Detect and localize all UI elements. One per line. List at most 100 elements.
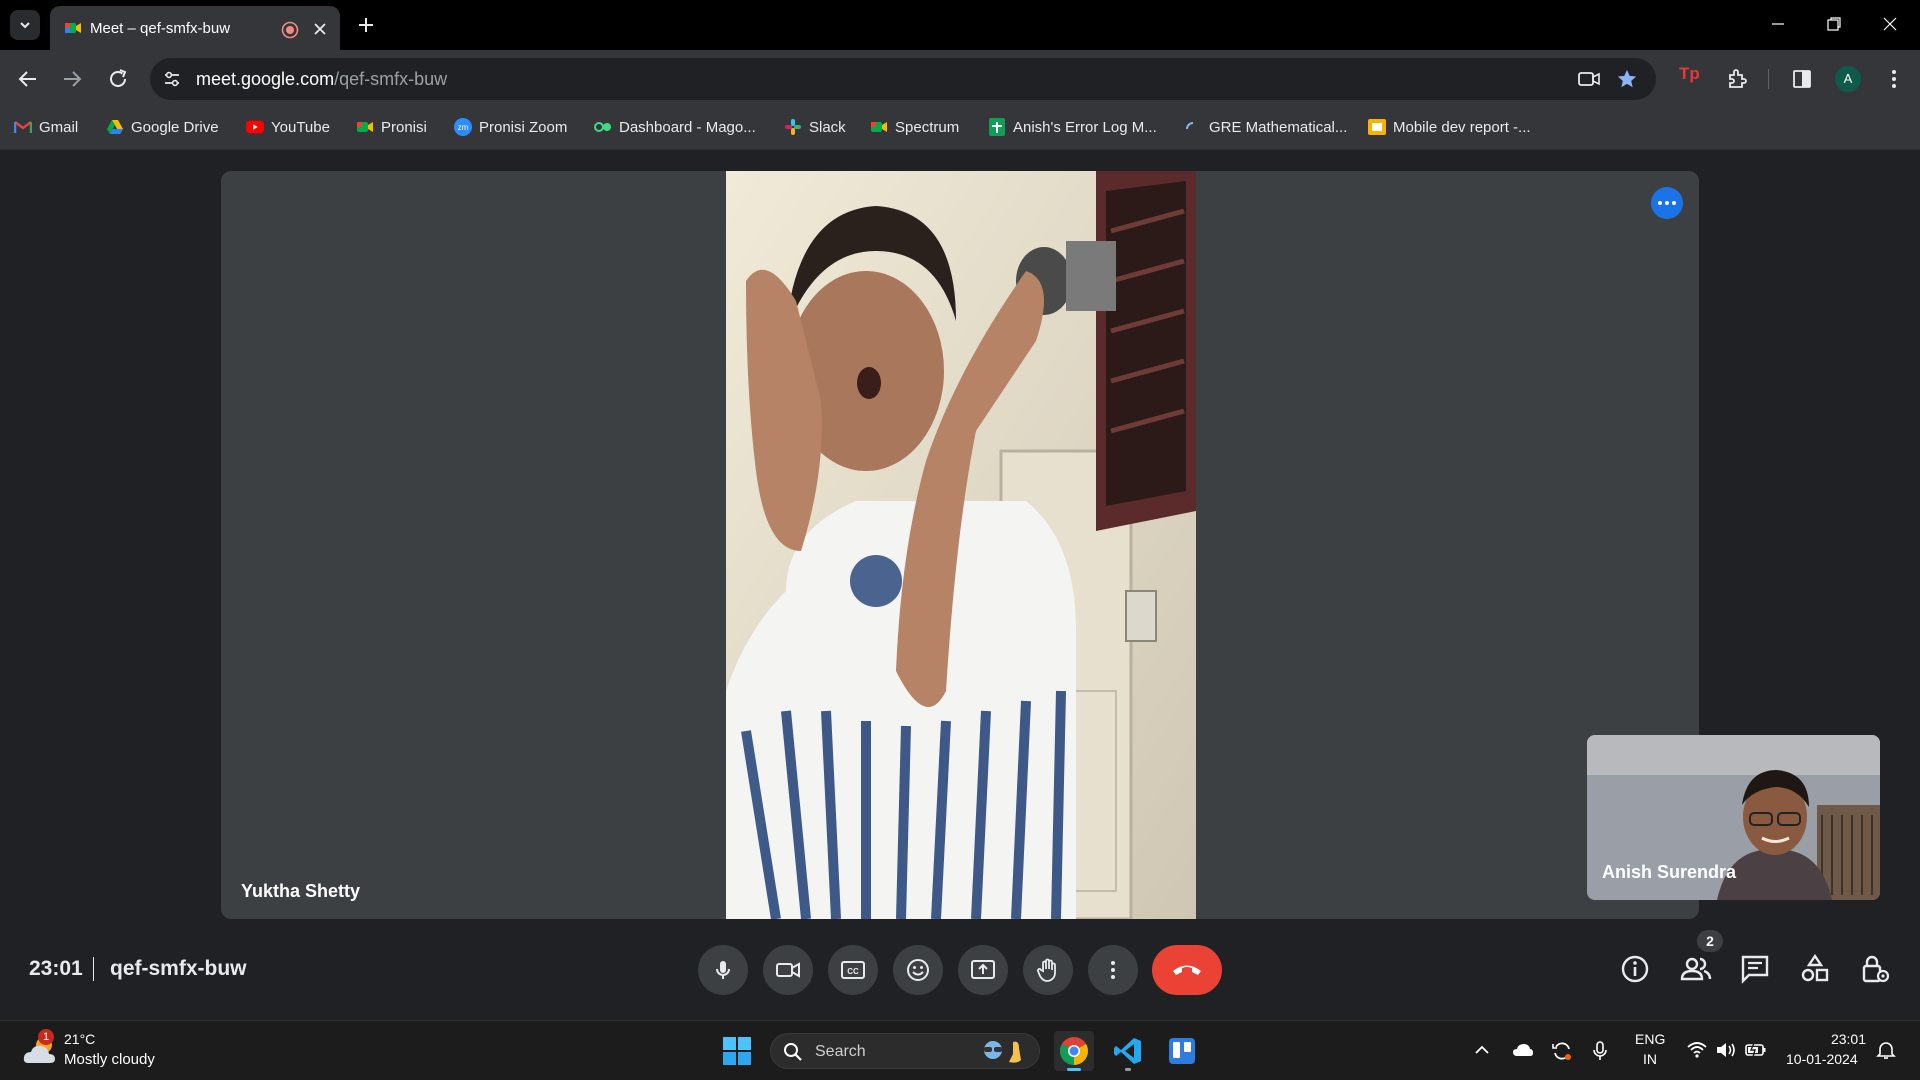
browser-tab[interactable]: Meet – qef-smfx-buw — [50, 6, 340, 50]
zoom-icon: zm — [454, 118, 472, 136]
video-camera-icon — [776, 962, 800, 978]
search-highlight-icon — [984, 1041, 1021, 1063]
bookmark-dashboard[interactable]: Dashboard - Mago... — [594, 118, 756, 136]
windows-start-icon[interactable] — [722, 1036, 752, 1066]
address-bar[interactable]: meet.google.com/qef-smfx-buw — [150, 58, 1656, 100]
restore-icon[interactable] — [1826, 16, 1842, 32]
microphone-in-use-icon[interactable] — [1592, 1041, 1608, 1061]
dot — [1658, 201, 1662, 205]
taskbar-vscode[interactable] — [1108, 1031, 1148, 1071]
more-vert-icon — [1111, 961, 1115, 979]
bookmark-google-drive[interactable]: Google Drive — [106, 118, 219, 136]
taskbar-chrome[interactable] — [1054, 1031, 1094, 1071]
minimize-icon[interactable] — [1770, 16, 1786, 32]
microphone-icon — [716, 961, 730, 979]
close-window-icon[interactable] — [1882, 16, 1898, 32]
windows-taskbar: 1 21°C Mostly cloudy Search ENG IN 23:01… — [0, 1020, 1920, 1080]
raise-hand-button[interactable] — [1023, 945, 1073, 995]
battery-icon[interactable] — [1745, 1041, 1767, 1059]
language-indicator[interactable]: ENG — [1635, 1031, 1665, 1047]
bookmark-gre[interactable]: GRE Mathematical... — [1184, 118, 1347, 136]
meet-icon — [65, 23, 81, 33]
tab-search-button[interactable] — [10, 10, 40, 40]
google-drive-icon — [106, 118, 124, 136]
leave-call-button[interactable] — [1152, 945, 1222, 995]
activities-icon[interactable] — [1799, 953, 1831, 985]
reload-icon[interactable] — [106, 67, 130, 91]
bookmark-spectrum[interactable]: Spectrum — [870, 118, 959, 136]
bookmark-star-icon[interactable] — [1616, 68, 1638, 90]
meet-icon — [870, 118, 888, 136]
chevron-up-icon[interactable] — [1473, 1041, 1491, 1059]
meeting-details-icon[interactable] — [1619, 953, 1651, 985]
microphone-button[interactable] — [698, 945, 748, 995]
tab-title: Meet – qef-smfx-buw — [90, 20, 231, 37]
url-host: meet.google.com — [196, 69, 335, 89]
bookmark-error-log[interactable]: Anish's Error Log M... — [988, 118, 1157, 136]
bookmarks-bar: Gmail Google Drive YouTube Pronisi zm Pr… — [0, 108, 1920, 150]
close-tab-icon[interactable] — [312, 21, 328, 37]
bookmark-slack[interactable]: Slack — [784, 118, 846, 136]
toolbar-divider — [1768, 69, 1769, 89]
taskbar-time[interactable]: 23:01 — [1810, 1031, 1866, 1047]
bookmark-pronisi[interactable]: Pronisi — [356, 118, 427, 136]
youtube-icon — [246, 118, 264, 136]
side-panel-icon[interactable] — [1790, 67, 1814, 91]
chat-icon[interactable] — [1739, 953, 1771, 985]
bookmark-youtube[interactable]: YouTube — [246, 118, 330, 136]
meeting-code: qef-smfx-buw — [110, 957, 247, 980]
closed-captions-icon: CC — [841, 961, 865, 979]
captions-button[interactable]: CC — [828, 945, 878, 995]
dashboard-icon — [594, 118, 612, 136]
bookmark-mobile-dev-report[interactable]: Mobile dev report -... — [1368, 118, 1531, 136]
svg-text:CC: CC — [847, 967, 859, 976]
region-indicator[interactable]: IN — [1643, 1051, 1657, 1067]
url-path: /qef-smfx-buw — [334, 69, 448, 89]
bookmark-label: Slack — [809, 118, 846, 136]
bookmark-gmail[interactable]: Gmail — [14, 118, 78, 136]
site-settings-icon[interactable] — [162, 69, 182, 89]
active-indicator — [1067, 1068, 1081, 1071]
tp-extension-icon[interactable]: Tp — [1679, 64, 1700, 84]
profile-avatar[interactable]: A — [1835, 66, 1861, 92]
chevron-down-icon — [20, 22, 30, 29]
meeting-clock: 23:01 — [29, 957, 83, 980]
weather-description[interactable]: Mostly cloudy — [64, 1051, 155, 1068]
main-participant-tile[interactable]: Yuktha Shetty — [221, 171, 1699, 919]
onedrive-icon[interactable] — [1512, 1041, 1534, 1059]
people-icon[interactable] — [1679, 953, 1713, 985]
forward-icon[interactable] — [60, 67, 84, 91]
notifications-icon[interactable] — [1876, 1040, 1896, 1060]
more-options-button[interactable] — [1651, 187, 1683, 219]
present-screen-icon — [971, 960, 995, 979]
running-indicator — [1125, 1068, 1131, 1071]
back-icon[interactable] — [16, 67, 40, 91]
weather-badge: 1 — [38, 1029, 54, 1045]
search-label: Search — [815, 1043, 866, 1060]
new-tab-icon[interactable] — [354, 13, 378, 37]
bookmark-pronisi-zoom[interactable]: zm Pronisi Zoom — [454, 118, 567, 136]
menu-kebab-icon[interactable] — [1882, 67, 1906, 91]
reactions-button[interactable] — [893, 945, 943, 995]
volume-icon[interactable] — [1715, 1041, 1737, 1059]
self-view-tile[interactable]: Anish Surendra — [1587, 735, 1880, 900]
camera-in-use-icon[interactable] — [1578, 70, 1600, 88]
wifi-icon[interactable] — [1687, 1041, 1707, 1059]
present-button[interactable] — [958, 945, 1008, 995]
taskbar-date[interactable]: 10-01-2024 — [1786, 1051, 1858, 1067]
camera-button[interactable] — [763, 945, 813, 995]
dot — [1672, 201, 1676, 205]
host-controls-icon[interactable] — [1859, 953, 1891, 985]
taskbar-search[interactable]: Search — [770, 1033, 1040, 1069]
more-options-menu-button[interactable] — [1088, 945, 1138, 995]
taskbar-trello[interactable] — [1162, 1031, 1202, 1071]
weather-temperature[interactable]: 21°C — [64, 1031, 95, 1047]
extensions-icon[interactable] — [1725, 67, 1749, 91]
sheets-icon — [988, 118, 1006, 136]
raise-hand-icon — [1037, 958, 1056, 982]
dot — [1665, 201, 1669, 205]
bookmark-label: Mobile dev report -... — [1393, 118, 1531, 136]
svg-text:zm: zm — [458, 123, 469, 132]
sync-icon[interactable] — [1551, 1041, 1573, 1061]
meeting-info-divider — [93, 957, 94, 981]
